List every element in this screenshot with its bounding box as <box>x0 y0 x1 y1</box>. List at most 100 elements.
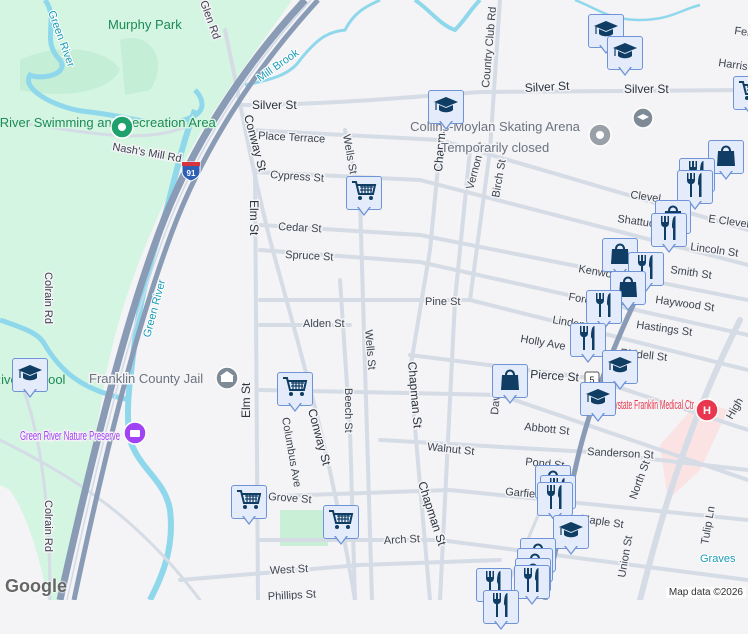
svg-text:Spruce St: Spruce St <box>285 249 334 264</box>
marker-pointer <box>288 402 302 412</box>
marker-pointer <box>591 412 605 422</box>
svg-text:Colrain Rd: Colrain Rd <box>42 272 54 324</box>
svg-text:Alden St: Alden St <box>303 318 345 330</box>
svg-text:Colrain Rd: Colrain Rd <box>42 500 54 552</box>
marker-box <box>483 590 519 624</box>
graduation-cap-icon <box>612 41 638 66</box>
marker-pointer <box>334 535 348 545</box>
shopping-bag-icon <box>499 367 521 396</box>
fork-knife-icon <box>577 325 599 356</box>
restaurant-marker[interactable] <box>483 590 519 634</box>
school-pin[interactable] <box>632 107 654 129</box>
marker-box <box>514 565 550 599</box>
grocery-marker[interactable] <box>733 76 748 120</box>
grocery-marker[interactable] <box>277 372 313 416</box>
marker-pointer <box>525 595 539 605</box>
skating-arena-pin[interactable] <box>588 123 612 147</box>
interstate-shield: 91 <box>181 161 201 182</box>
marker-pointer <box>439 120 453 130</box>
svg-text:Silver St: Silver St <box>252 98 297 112</box>
svg-text:Phillips St: Phillips St <box>268 588 317 600</box>
restaurant-marker[interactable] <box>570 323 606 367</box>
graduation-cap-icon <box>17 363 43 388</box>
svg-text:Graves: Graves <box>700 553 736 565</box>
svg-text:Pine St: Pine St <box>425 296 460 308</box>
shopping-bag-icon <box>715 143 737 172</box>
marker-pointer <box>719 170 733 180</box>
restaurant-marker[interactable] <box>651 213 687 257</box>
swimming-area-pin[interactable] <box>110 115 134 139</box>
map-attribution[interactable]: Map data ©2026 <box>665 587 746 598</box>
shopping-cart-icon <box>282 376 308 403</box>
marker-box <box>586 290 622 324</box>
shopping-marker[interactable] <box>492 364 528 408</box>
marker-pointer <box>23 388 37 398</box>
svg-text:Murphy Park: Murphy Park <box>108 17 182 32</box>
restaurant-marker[interactable] <box>514 565 550 609</box>
svg-text:Arch St: Arch St <box>384 533 421 547</box>
school-marker[interactable] <box>553 515 589 559</box>
marker-pointer <box>242 515 256 525</box>
marker-box <box>733 76 748 110</box>
grocery-marker[interactable] <box>323 505 359 549</box>
grocery-marker[interactable] <box>346 176 382 220</box>
marker-pointer <box>618 66 632 76</box>
marker-box <box>323 505 359 539</box>
marker-box <box>651 213 687 247</box>
marker-box <box>12 358 48 392</box>
marker-pointer <box>581 353 595 363</box>
fork-knife-icon <box>544 484 566 515</box>
marker-box <box>570 323 606 357</box>
jail-pin[interactable] <box>215 366 239 390</box>
marker-box <box>677 170 713 204</box>
marker-pointer <box>503 394 517 404</box>
marker-box <box>428 90 464 124</box>
marker-box <box>580 382 616 416</box>
marker-pointer <box>357 206 371 216</box>
fork-knife-icon <box>684 172 706 203</box>
graduation-cap-icon <box>607 355 633 380</box>
fork-knife-icon <box>521 567 543 598</box>
svg-text:Elm St: Elm St <box>239 382 253 418</box>
svg-text:Franklin County Jail: Franklin County Jail <box>89 371 203 386</box>
svg-text:H: H <box>703 405 711 417</box>
svg-text:Elm St: Elm St <box>247 200 261 236</box>
google-logo: Google <box>5 576 67 596</box>
shopping-cart-icon <box>328 509 354 536</box>
nature-preserve-pin[interactable] <box>123 421 147 445</box>
marker-pointer <box>494 620 508 630</box>
graduation-cap-icon <box>433 95 459 120</box>
school-marker[interactable] <box>607 36 643 80</box>
svg-text:Baystate Franklin Medical Ctr: Baystate Franklin Medical Ctr <box>606 397 694 412</box>
marker-box <box>537 482 573 516</box>
marker-box <box>492 364 528 398</box>
graduation-cap-icon <box>585 387 611 412</box>
school-marker[interactable] <box>580 382 616 426</box>
swimming-area-label[interactable]: Green River Swimming and Recreation Area <box>0 114 218 132</box>
marker-box <box>277 372 313 406</box>
marker-pointer <box>744 106 748 116</box>
marker-box <box>346 176 382 210</box>
marker-box <box>607 36 643 70</box>
svg-text:Silver St: Silver St <box>624 82 669 96</box>
svg-text:Beech St: Beech St <box>342 388 354 433</box>
shopping-cart-icon <box>738 80 748 107</box>
svg-text:91: 91 <box>187 169 196 178</box>
graduation-cap-icon <box>558 520 584 545</box>
fork-knife-icon <box>658 215 680 246</box>
svg-text:Temporarily closed: Temporarily closed <box>441 140 549 155</box>
marker-box <box>602 350 638 384</box>
svg-text:West St: West St <box>270 563 309 577</box>
svg-text:Silver St: Silver St <box>524 79 570 95</box>
hospital-pin[interactable]: H <box>695 398 719 422</box>
marker-pointer <box>662 243 676 253</box>
fork-knife-icon <box>593 292 615 323</box>
school-marker[interactable] <box>428 90 464 134</box>
shopping-cart-icon <box>236 489 262 516</box>
shopping-cart-icon <box>351 180 377 207</box>
grocery-marker[interactable] <box>231 485 267 529</box>
svg-text:Cedar St: Cedar St <box>278 221 322 235</box>
marker-pointer <box>564 545 578 555</box>
school-marker[interactable] <box>12 358 48 402</box>
fork-knife-icon <box>490 592 512 623</box>
